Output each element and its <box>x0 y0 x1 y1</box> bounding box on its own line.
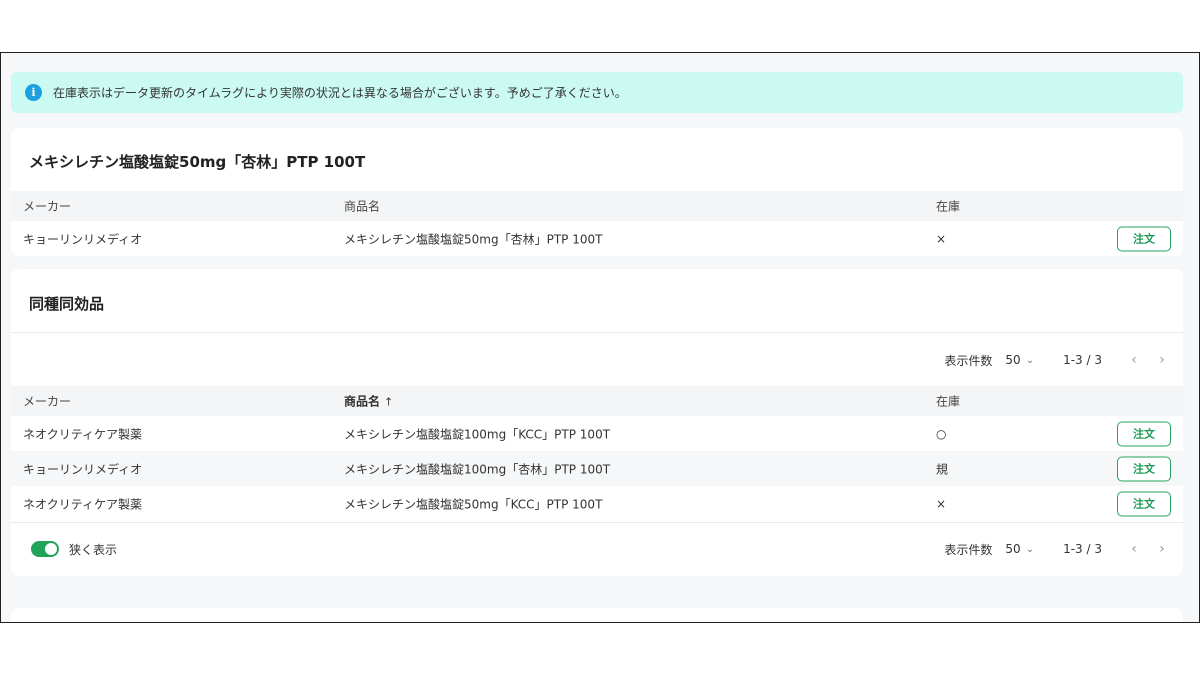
screenshot-frame: i 在庫表示はデータ更新のタイムラグにより実際の状況とは異なる場合がございます。… <box>0 52 1200 623</box>
table-row: ネオクリティケア製薬 メキシレチン塩酸塩錠100mg「KCC」PTP 100T … <box>11 416 1183 451</box>
page-size-label: 表示件数 <box>944 542 993 557</box>
column-stock: 在庫 <box>936 199 961 214</box>
row-name: メキシレチン塩酸塩錠100mg「KCC」PTP 100T <box>344 427 611 441</box>
compact-view-toggle[interactable] <box>31 541 59 557</box>
page-range: 1-3 / 3 <box>1063 542 1102 556</box>
row-name: メキシレチン塩酸塩錠50mg「KCC」PTP 100T <box>344 497 603 511</box>
column-maker: メーカー <box>23 199 72 214</box>
next-card-partial <box>11 608 1183 622</box>
chevron-left-icon[interactable]: ‹ <box>1127 352 1141 368</box>
row-stock: ○ <box>936 426 947 441</box>
order-button[interactable]: 注文 <box>1117 456 1171 481</box>
similar-title: 同種同効品 <box>29 295 105 313</box>
chevron-right-icon[interactable]: › <box>1155 352 1169 368</box>
toggle-knob <box>45 543 57 555</box>
sort-up-icon: ↑ <box>384 395 394 409</box>
stock-notice-banner: i 在庫表示はデータ更新のタイムラグにより実際の状況とは異なる場合がございます。… <box>11 72 1183 113</box>
row-maker: キョーリンリメディオ <box>23 462 143 476</box>
column-maker: メーカー <box>23 394 72 409</box>
chevron-right-icon[interactable]: › <box>1155 541 1169 557</box>
row-stock: × <box>936 496 947 511</box>
divider <box>11 522 1183 523</box>
row-name: メキシレチン塩酸塩錠50mg「杏林」PTP 100T <box>344 232 603 246</box>
pager-bottom: 表示件数 50 ⌄ 1-3 / 3 ‹ › <box>944 539 1169 559</box>
row-maker: ネオクリティケア製薬 <box>23 497 143 511</box>
notice-text: 在庫表示はデータ更新のタイムラグにより実際の状況とは異なる場合がございます。予め… <box>53 86 627 100</box>
product-title: メキシレチン塩酸塩錠50mg「杏林」PTP 100T <box>29 153 366 171</box>
page-size-select[interactable]: 50 <box>1005 542 1020 556</box>
chevron-left-icon[interactable]: ‹ <box>1127 541 1141 557</box>
page-size-select[interactable]: 50 <box>1005 353 1020 367</box>
table-row: ネオクリティケア製薬 メキシレチン塩酸塩錠50mg「KCC」PTP 100T ×… <box>11 486 1183 521</box>
column-name-label: 商品名 <box>344 394 381 409</box>
table-row: キョーリンリメディオ メキシレチン塩酸塩錠50mg「杏林」PTP 100T × … <box>11 221 1183 256</box>
similar-products-card: 同種同効品 表示件数 50 ⌄ 1-3 / 3 ‹ › メーカー 商品名 ↑ 在庫… <box>11 269 1183 576</box>
compact-view-label: 狭く表示 <box>69 543 118 557</box>
row-maker: ネオクリティケア製薬 <box>23 427 143 441</box>
order-button[interactable]: 注文 <box>1117 226 1171 251</box>
row-stock: 規 <box>936 462 949 476</box>
similar-table-header: メーカー 商品名 ↑ 在庫 <box>11 386 1183 416</box>
chevron-down-icon[interactable]: ⌄ <box>1026 355 1034 366</box>
page-range: 1-3 / 3 <box>1063 353 1102 367</box>
chevron-down-icon[interactable]: ⌄ <box>1026 544 1034 555</box>
row-stock: × <box>936 231 947 246</box>
divider <box>11 332 1183 333</box>
column-stock: 在庫 <box>936 394 961 409</box>
pager-top: 表示件数 50 ⌄ 1-3 / 3 ‹ › <box>944 350 1169 370</box>
product-table-header: メーカー 商品名 在庫 <box>11 191 1183 221</box>
order-button[interactable]: 注文 <box>1117 421 1171 446</box>
column-name: 商品名 <box>344 199 381 214</box>
row-name: メキシレチン塩酸塩錠100mg「杏林」PTP 100T <box>344 462 611 476</box>
row-maker: キョーリンリメディオ <box>23 232 143 246</box>
order-button[interactable]: 注文 <box>1117 491 1171 516</box>
table-row: キョーリンリメディオ メキシレチン塩酸塩錠100mg「杏林」PTP 100T 規… <box>11 451 1183 486</box>
column-name-sortable[interactable]: 商品名 ↑ <box>344 393 393 410</box>
product-card: メキシレチン塩酸塩錠50mg「杏林」PTP 100T メーカー 商品名 在庫 キ… <box>11 128 1183 256</box>
info-icon: i <box>25 84 42 101</box>
page-size-label: 表示件数 <box>944 353 993 368</box>
